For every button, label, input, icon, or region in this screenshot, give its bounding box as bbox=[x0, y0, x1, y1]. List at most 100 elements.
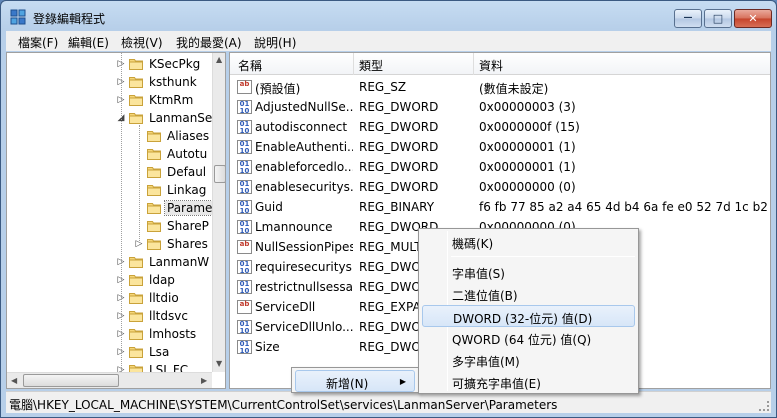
binary-value-icon: 01 10 bbox=[237, 160, 252, 175]
submenu-arrow-icon: ▶ bbox=[399, 377, 406, 386]
value-name: EnableAuthenti... bbox=[255, 140, 353, 154]
binary-value-icon: 01 10 bbox=[237, 200, 252, 215]
tree-item[interactable]: ShareP bbox=[134, 217, 212, 235]
scroll-up-icon[interactable]: ▲ bbox=[216, 55, 222, 64]
tree-vscroll-thumb[interactable] bbox=[214, 165, 225, 183]
column-name[interactable]: 名稱 bbox=[238, 57, 262, 74]
tree-item[interactable]: Parame bbox=[134, 199, 216, 217]
tree-item[interactable]: Autotu bbox=[134, 145, 212, 163]
close-icon: ✕ bbox=[748, 12, 758, 25]
submenu-item[interactable]: DWORD (32-位元) 值(D) bbox=[422, 305, 635, 327]
value-name: enableforcedlo... bbox=[255, 160, 353, 174]
value-type: REG_DWORD bbox=[359, 100, 439, 114]
value-type: REG_DWO bbox=[359, 280, 421, 294]
maximize-icon: □ bbox=[712, 12, 724, 25]
tree-item-label: ShareP bbox=[167, 219, 209, 233]
column-data[interactable]: 資料 bbox=[479, 57, 503, 74]
folder-icon bbox=[129, 311, 143, 322]
tree-vertical-scrollbar[interactable]: ▲ ▼ bbox=[212, 53, 225, 372]
submenu-item[interactable]: 二進位值(B) bbox=[422, 283, 635, 305]
submenu-item-label: QWORD (64 位元) 值(Q) bbox=[452, 333, 592, 347]
menu-help[interactable]: 說明(H) bbox=[254, 34, 296, 51]
list-row[interactable]: 01 10 EnableAuthenti... REG_DWORD 0x00000001… bbox=[230, 137, 770, 157]
list-row[interactable]: 01 10 enablesecuritys... REG_DWORD 0x0000000… bbox=[230, 177, 770, 197]
list-row[interactable]: 01 10 Guid REG_BINARY f6 fb 77 85 a2 a4 65 4… bbox=[230, 197, 770, 217]
registry-tree[interactable]: ▷ KSecPkg ▷ ksthunk ▷ KtmRm ◢ LanmanSe Aliases Au… bbox=[6, 52, 226, 389]
tree-item[interactable]: ▷ lmhosts bbox=[116, 325, 212, 343]
tree-item[interactable]: ◢ LanmanSe bbox=[116, 109, 213, 127]
tree-item-label: ksthunk bbox=[149, 75, 197, 89]
list-row[interactable]: 01 10 autodisconnect REG_DWORD 0x0000000f (1… bbox=[230, 117, 770, 137]
tree-item-label: Autotu bbox=[167, 147, 208, 161]
title-bar[interactable]: 登錄編輯程式 — □ ✕ bbox=[1, 1, 776, 31]
menu-favorites[interactable]: 我的最愛(A) bbox=[176, 34, 242, 51]
column-type[interactable]: 類型 bbox=[359, 57, 383, 74]
folder-icon bbox=[147, 185, 161, 196]
menu-separator bbox=[451, 256, 635, 257]
value-name: AdjustedNullSe... bbox=[255, 100, 353, 114]
menu-file[interactable]: 檔案(F) bbox=[18, 34, 58, 51]
tree-item[interactable]: ▷ Shares bbox=[134, 235, 212, 253]
value-type: REG_SZ bbox=[359, 80, 407, 94]
value-name: ServiceDll bbox=[255, 300, 316, 314]
value-name: Lmannounce bbox=[255, 220, 333, 234]
value-name: autodisconnect bbox=[255, 120, 348, 134]
value-type: REG_DWORD bbox=[359, 120, 439, 134]
tree-item[interactable]: Aliases bbox=[134, 127, 212, 145]
tree-item-label: ldap bbox=[149, 273, 175, 287]
tree-item-label: Linkag bbox=[167, 183, 207, 197]
tree-item[interactable]: Linkag bbox=[134, 181, 212, 199]
tree-item[interactable]: Defaul bbox=[134, 163, 212, 181]
value-type: REG_DWORD bbox=[359, 180, 439, 194]
string-value-icon: ab bbox=[237, 300, 252, 314]
value-type: REG_BINARY bbox=[359, 200, 435, 214]
folder-icon bbox=[147, 203, 161, 214]
tree-item[interactable]: ▷ LanmanW bbox=[116, 253, 212, 271]
minimize-button[interactable]: — bbox=[674, 9, 702, 28]
minimize-icon: — bbox=[683, 13, 693, 23]
scroll-down-icon[interactable]: ▼ bbox=[216, 359, 222, 368]
submenu-item[interactable]: 字串值(S) bbox=[422, 261, 635, 283]
list-row[interactable]: 01 10 enableforcedlo... REG_DWORD 0x00000001… bbox=[230, 157, 770, 177]
tree-item[interactable]: ▷ ksthunk bbox=[116, 73, 212, 91]
tree-horizontal-scrollbar[interactable]: ◀ ▶ bbox=[7, 372, 212, 388]
tree-item-label: lltdio bbox=[149, 291, 179, 305]
scroll-right-icon[interactable]: ▶ bbox=[201, 376, 207, 385]
menu-item-new-label: 新增(N) bbox=[326, 377, 369, 391]
string-value-icon: ab bbox=[237, 80, 252, 94]
folder-icon bbox=[129, 95, 143, 106]
value-data: (數值未設定) bbox=[479, 82, 549, 96]
tree-item[interactable]: ▷ ldap bbox=[116, 271, 212, 289]
window-title: 登錄編輯程式 bbox=[33, 12, 106, 26]
menu-view[interactable]: 檢視(V) bbox=[121, 34, 163, 51]
folder-icon bbox=[129, 257, 143, 268]
submenu-item[interactable]: QWORD (64 位元) 值(Q) bbox=[422, 327, 635, 349]
tree-item[interactable]: ▷ KSecPkg bbox=[116, 55, 212, 73]
tree-item[interactable]: ▷ Lsa bbox=[116, 343, 212, 361]
submenu-item[interactable]: 機碼(K) bbox=[422, 231, 635, 253]
tree-item[interactable]: ▷ lltdsvc bbox=[116, 307, 212, 325]
value-data: 0x00000001 (1) bbox=[479, 140, 576, 154]
submenu-item[interactable]: 可擴充字串值(E) bbox=[422, 371, 635, 393]
list-row[interactable]: 01 10 AdjustedNullSe... REG_DWORD 0x00000003… bbox=[230, 97, 770, 117]
folder-icon bbox=[147, 239, 161, 250]
folder-icon bbox=[129, 293, 143, 304]
regedit-app-icon bbox=[10, 9, 26, 25]
tree-item-label: Aliases bbox=[167, 129, 210, 143]
value-data: 0x00000003 (3) bbox=[479, 100, 576, 114]
folder-icon bbox=[129, 275, 143, 286]
tree-item[interactable]: ▷ lltdio bbox=[116, 289, 212, 307]
tree-item[interactable]: ▷ KtmRm bbox=[116, 91, 212, 109]
scroll-left-icon[interactable]: ◀ bbox=[11, 376, 17, 385]
maximize-button[interactable]: □ bbox=[704, 9, 732, 28]
submenu-item[interactable]: 多字串值(M) bbox=[422, 349, 635, 371]
value-type: REG_DWORD bbox=[359, 160, 439, 174]
tree-hscroll-thumb[interactable] bbox=[23, 374, 119, 387]
close-button[interactable]: ✕ bbox=[734, 9, 772, 28]
status-path: 電腦\HKEY_LOCAL_MACHINE\SYSTEM\CurrentCont… bbox=[9, 398, 558, 412]
resize-grip-icon[interactable] bbox=[759, 401, 769, 411]
menu-edit[interactable]: 編輯(E) bbox=[68, 34, 109, 51]
menu-item-new[interactable]: 新增(N) ▶ bbox=[295, 370, 415, 392]
list-row[interactable]: ab (預設值) REG_SZ (數值未設定) bbox=[230, 77, 770, 97]
folder-icon bbox=[129, 59, 143, 70]
